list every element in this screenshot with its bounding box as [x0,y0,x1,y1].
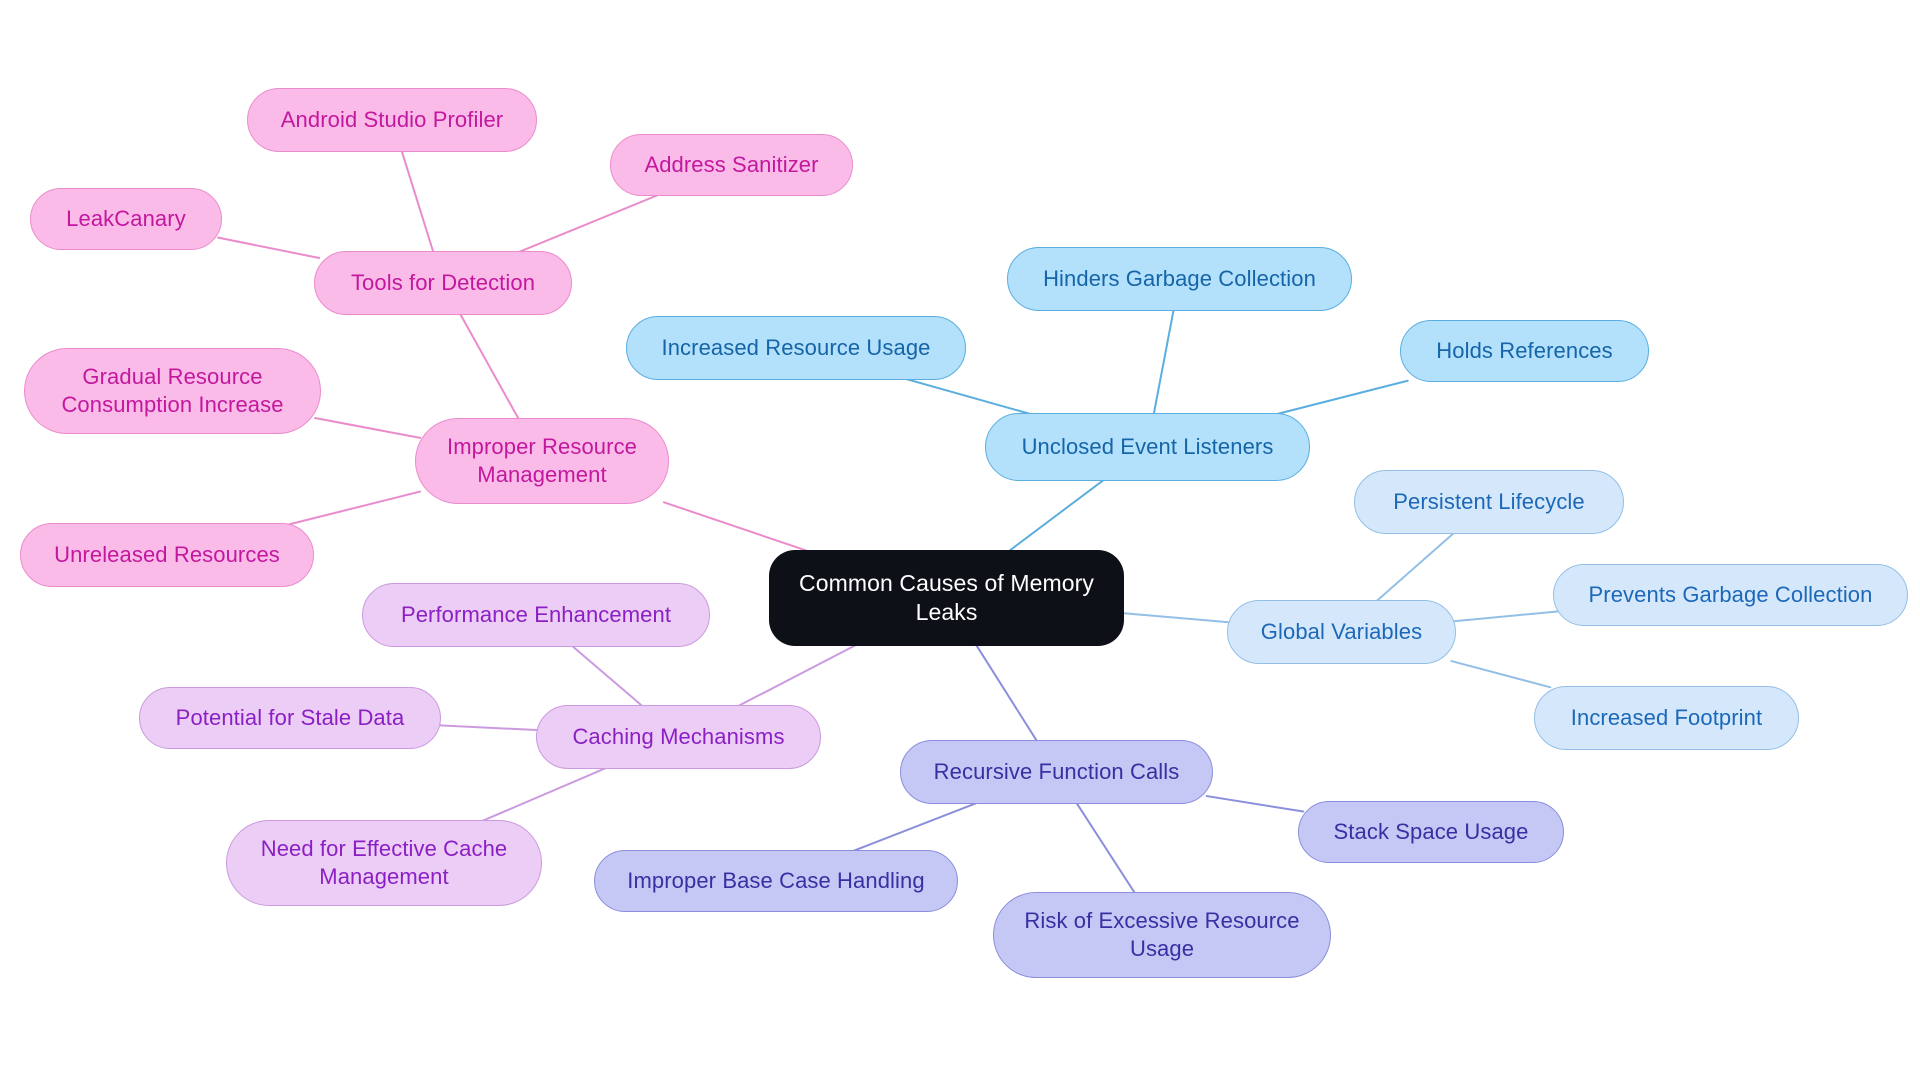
edge-unclosed-event-listeners-to-increased-resource-usage [904,377,1033,416]
mindmap-node-address-sanitizer[interactable]: Address Sanitizer [610,134,853,196]
mindmap-node-unclosed-event-listeners[interactable]: Unclosed Event Listeners [985,413,1310,481]
edge-improper-resource-management-to-tools-for-detection [459,312,521,421]
mindmap-node-prevents-garbage-collection[interactable]: Prevents Garbage Collection [1553,564,1908,626]
mindmap-node-increased-resource-usage[interactable]: Increased Resource Usage [626,316,966,380]
mindmap-node-improper-resource-management[interactable]: Improper Resource Management [415,418,669,504]
mindmap-node-risk-of-excessive-resource-usage[interactable]: Risk of Excessive Resource Usage [993,892,1331,978]
edge-tools-for-detection-to-address-sanitizer [517,193,660,254]
mindmap-node-performance-enhancement[interactable]: Performance Enhancement [362,583,710,647]
mindmap-node-persistent-lifecycle[interactable]: Persistent Lifecycle [1354,470,1624,534]
edge-root-to-improper-resource-management [662,501,812,553]
edge-recursive-function-calls-to-risk-of-excessive-resource-usage [1075,801,1137,895]
edge-caching-mechanisms-to-potential-for-stale-data [433,724,543,732]
edge-root-to-caching-mechanisms [736,643,859,708]
edge-recursive-function-calls-to-stack-space-usage [1205,795,1305,813]
edge-global-variables-to-increased-footprint [1450,660,1552,689]
mindmap-node-global-variables[interactable]: Global Variables [1227,600,1456,664]
edge-root-to-global-variables [1115,611,1233,624]
mindmap-node-tools-for-detection[interactable]: Tools for Detection [314,251,572,315]
edge-unclosed-event-listeners-to-holds-references [1274,379,1409,416]
edge-global-variables-to-prevents-garbage-collection [1450,610,1562,623]
mindmap-node-increased-footprint[interactable]: Increased Footprint [1534,686,1799,750]
edge-root-to-recursive-function-calls [974,643,1039,743]
mindmap-node-caching-mechanisms[interactable]: Caching Mechanisms [536,705,821,769]
mindmap-node-improper-base-case-handling[interactable]: Improper Base Case Handling [594,850,958,912]
mindmap-node-android-studio-profiler[interactable]: Android Studio Profiler [247,88,537,152]
edge-recursive-function-calls-to-improper-base-case-handling [851,801,979,853]
mindmap-node-holds-references[interactable]: Holds References [1400,320,1649,382]
edge-improper-resource-management-to-unreleased-resources [288,490,422,526]
mindmap-node-stack-space-usage[interactable]: Stack Space Usage [1298,801,1564,863]
edge-unclosed-event-listeners-to-hinders-garbage-collection [1152,308,1175,416]
mindmap-node-gradual-resource-consumption-increase[interactable]: Gradual Resource Consumption Increase [24,348,321,434]
edge-root-to-unclosed-event-listeners [1006,478,1106,553]
mindmap-canvas: Common Causes of Memory Leaks Unclosed Ev… [0,0,1920,1083]
mindmap-node-unreleased-resources[interactable]: Unreleased Resources [20,523,314,587]
edge-caching-mechanisms-to-performance-enhancement [570,644,644,708]
edge-improper-resource-management-to-gradual-resource-consumption-increase [314,417,422,439]
edge-tools-for-detection-to-android-studio-profiler [400,149,435,254]
mindmap-node-leakcanary[interactable]: LeakCanary [30,188,222,250]
mindmap-node-root[interactable]: Common Causes of Memory Leaks [769,550,1124,646]
mindmap-node-potential-for-stale-data[interactable]: Potential for Stale Data [139,687,441,749]
edge-global-variables-to-persistent-lifecycle [1375,531,1456,603]
edge-caching-mechanisms-to-need-for-effective-cache-management [479,766,608,823]
mindmap-node-need-for-effective-cache-management[interactable]: Need for Effective Cache Management [226,820,542,906]
edge-tools-for-detection-to-leakcanary [217,236,321,259]
mindmap-node-hinders-garbage-collection[interactable]: Hinders Garbage Collection [1007,247,1352,311]
mindmap-node-recursive-function-calls[interactable]: Recursive Function Calls [900,740,1213,804]
